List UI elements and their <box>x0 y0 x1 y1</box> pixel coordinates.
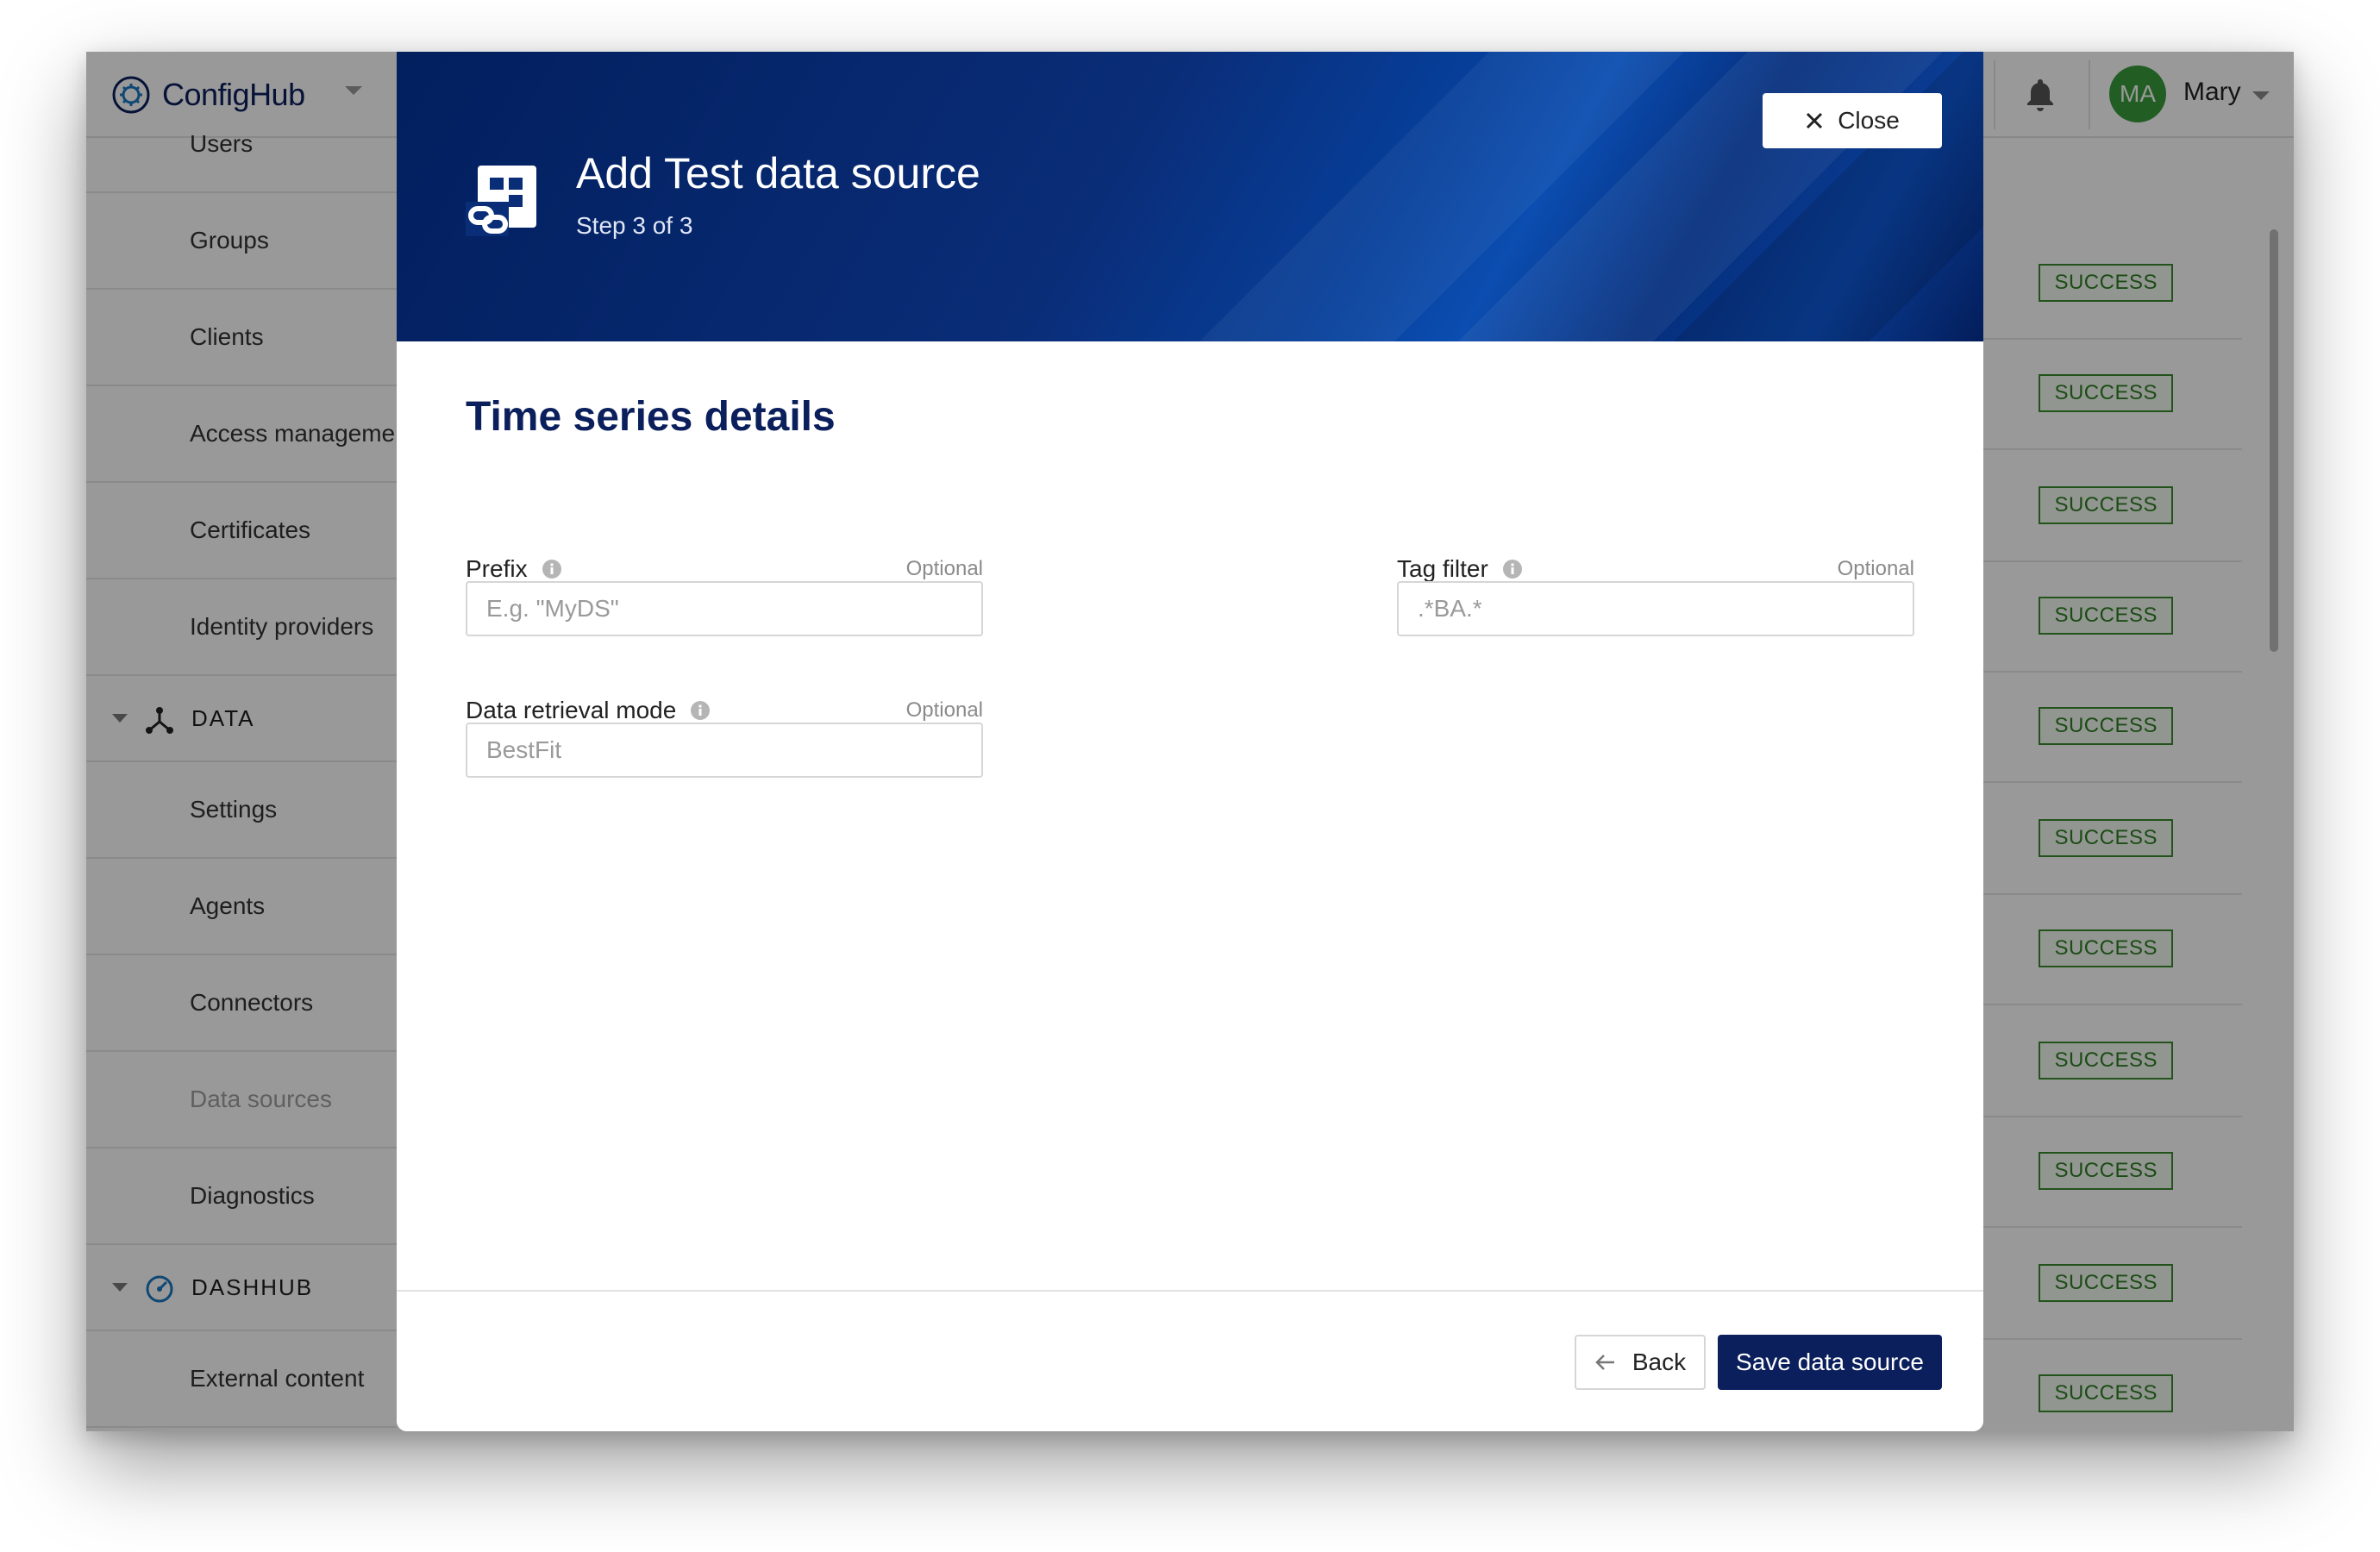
close-button[interactable]: Close <box>1763 93 1942 148</box>
modal-footer: Back Save data source <box>397 1290 1983 1431</box>
step-indicator: Step 3 of 3 <box>576 212 693 239</box>
optional-hint: Optional <box>1837 557 1914 580</box>
close-label: Close <box>1838 107 1900 134</box>
app-window: ConfigHub MA Mary Users Groups Clients A… <box>86 52 2294 1431</box>
section-title: Time series details <box>466 394 836 440</box>
modal-title: Add Test data source <box>576 149 980 197</box>
back-label: Back <box>1632 1349 1687 1375</box>
prefix-label: Prefix <box>466 555 562 583</box>
field-label-text: Data retrieval mode <box>466 697 677 723</box>
retrieval-mode-field: Data retrieval mode Optional <box>466 697 983 783</box>
info-icon[interactable] <box>1502 559 1523 579</box>
back-button[interactable]: Back <box>1575 1335 1706 1390</box>
optional-hint: Optional <box>905 557 983 580</box>
modal-body: Time series details Prefix Optional Tag … <box>397 341 1983 1342</box>
field-label-text: Prefix <box>466 555 528 582</box>
retrieval-mode-input[interactable] <box>466 723 983 778</box>
tag-filter-label: Tag filter <box>1397 555 1523 583</box>
info-icon[interactable] <box>690 700 711 721</box>
optional-hint: Optional <box>905 698 983 722</box>
add-data-source-modal: Add Test data source Step 3 of 3 Close T… <box>397 52 1983 1431</box>
data-source-icon <box>466 166 536 236</box>
field-label-text: Tag filter <box>1397 555 1488 582</box>
prefix-field: Prefix Optional <box>466 555 983 641</box>
arrow-left-icon <box>1595 1355 1614 1370</box>
prefix-input[interactable] <box>466 581 983 636</box>
save-label: Save data source <box>1736 1349 1924 1375</box>
info-icon[interactable] <box>542 559 562 579</box>
tag-filter-field: Tag filter Optional <box>1397 555 1914 641</box>
modal-header: Add Test data source Step 3 of 3 Close <box>397 52 1983 341</box>
close-icon <box>1807 112 1823 129</box>
save-data-source-button[interactable]: Save data source <box>1718 1335 1942 1390</box>
retrieval-mode-label: Data retrieval mode <box>466 697 711 724</box>
tag-filter-input[interactable] <box>1397 581 1914 636</box>
